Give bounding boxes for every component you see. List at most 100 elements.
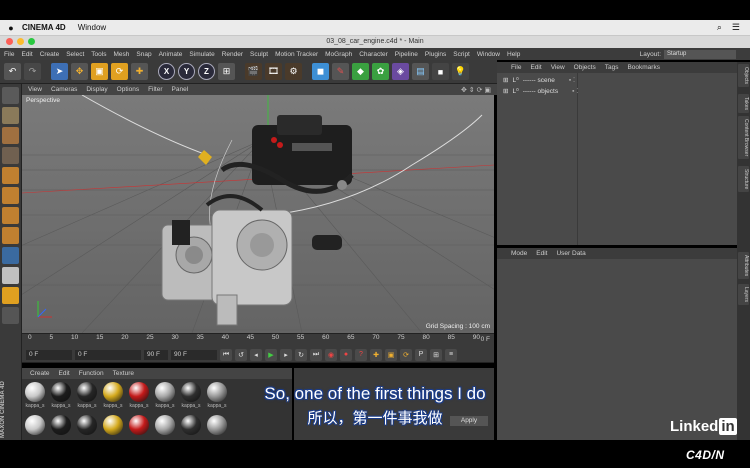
- object-menu-edit[interactable]: Edit: [530, 64, 541, 71]
- subdivision-icon[interactable]: ◆: [352, 63, 369, 80]
- move-icon[interactable]: ✥: [71, 63, 88, 80]
- model-mode-icon[interactable]: [2, 107, 19, 124]
- menu-mograph[interactable]: MoGraph: [325, 51, 352, 58]
- window-menu[interactable]: Window: [78, 23, 106, 32]
- menu-plugins[interactable]: Plugins: [425, 51, 446, 58]
- redo-icon[interactable]: ↷: [24, 63, 41, 80]
- layout-dropdown[interactable]: Startup: [664, 49, 736, 59]
- record-keys-icon[interactable]: ●: [340, 348, 352, 361]
- menu-script[interactable]: Script: [453, 51, 470, 58]
- timeline-settings-icon[interactable]: ≡: [445, 348, 457, 361]
- viewport-menu-options[interactable]: Options: [117, 86, 139, 93]
- go-to-start-icon[interactable]: ⏮: [220, 348, 232, 361]
- menu-snap[interactable]: Snap: [136, 51, 151, 58]
- material-menu-texture[interactable]: Texture: [113, 370, 134, 377]
- tab-structure[interactable]: Structure: [738, 166, 749, 193]
- minimize-button[interactable]: [17, 38, 24, 45]
- tab-takes[interactable]: Takes: [738, 94, 749, 114]
- zoom-button[interactable]: [28, 38, 35, 45]
- axis-mode-icon[interactable]: [2, 227, 19, 244]
- scale-icon[interactable]: ▣: [91, 63, 108, 80]
- points-mode-icon[interactable]: [2, 167, 19, 184]
- object-row-scene[interactable]: ⊞ L⁰ ------ scene ▪ ⁚: [503, 76, 575, 85]
- rotate-icon[interactable]: ⟳: [111, 63, 128, 80]
- menu-window[interactable]: Window: [477, 51, 500, 58]
- attribute-menu-user-data[interactable]: User Data: [556, 250, 585, 257]
- workplane-icon[interactable]: [2, 147, 19, 164]
- viewport-menu-display[interactable]: Display: [86, 86, 107, 93]
- texture-mode-icon[interactable]: [2, 127, 19, 144]
- go-to-end-icon[interactable]: ⏭: [310, 348, 322, 361]
- floor-icon[interactable]: ▤: [412, 63, 429, 80]
- render-view-icon[interactable]: 🎬: [245, 63, 262, 80]
- tab-layers[interactable]: Layers: [738, 284, 749, 306]
- deformer-icon[interactable]: ◈: [392, 63, 409, 80]
- attribute-menu-mode[interactable]: Mode: [511, 250, 527, 257]
- apple-icon[interactable]: ●: [0, 23, 22, 33]
- key-rotation-icon[interactable]: ⟳: [400, 348, 412, 361]
- list-icon[interactable]: ☰: [732, 22, 740, 33]
- next-key-icon[interactable]: ↻: [295, 348, 307, 361]
- material-menu-function[interactable]: Function: [79, 370, 104, 377]
- menu-animate[interactable]: Animate: [159, 51, 183, 58]
- live-selection-icon[interactable]: ➤: [51, 63, 68, 80]
- expand-icon[interactable]: ⊞: [503, 76, 508, 84]
- menu-mesh[interactable]: Mesh: [113, 51, 129, 58]
- recent-tool-icon[interactable]: ✚: [131, 63, 148, 80]
- tweak-mode-icon[interactable]: [2, 247, 19, 264]
- viewport-menu-filter[interactable]: Filter: [148, 86, 162, 93]
- object-name[interactable]: ------ scene: [523, 77, 555, 84]
- object-menu-view[interactable]: View: [551, 64, 565, 71]
- record-mode-icon[interactable]: ◉: [325, 348, 337, 361]
- menu-pipeline[interactable]: Pipeline: [395, 51, 418, 58]
- tab-content-browser[interactable]: Content Browser: [738, 116, 749, 160]
- object-menu-file[interactable]: File: [511, 64, 521, 71]
- menu-character[interactable]: Character: [359, 51, 388, 58]
- z-axis-icon[interactable]: Z: [198, 63, 215, 80]
- next-frame-icon[interactable]: ▸: [280, 348, 292, 361]
- menu-help[interactable]: Help: [507, 51, 520, 58]
- render-settings-icon[interactable]: ⚙: [285, 63, 302, 80]
- light-icon[interactable]: 💡: [452, 63, 469, 80]
- autokey-icon[interactable]: ?: [355, 348, 367, 361]
- camera-icon[interactable]: ■: [432, 63, 449, 80]
- menu-simulate[interactable]: Simulate: [189, 51, 214, 58]
- object-menu-objects[interactable]: Objects: [574, 64, 596, 71]
- sculpt-icon[interactable]: [2, 287, 19, 304]
- x-axis-icon[interactable]: X: [158, 63, 175, 80]
- y-axis-icon[interactable]: Y: [178, 63, 195, 80]
- object-menu-bookmarks[interactable]: Bookmarks: [627, 64, 660, 71]
- previous-frame-icon[interactable]: ◂: [250, 348, 262, 361]
- previous-key-icon[interactable]: ↺: [235, 348, 247, 361]
- snap-icon[interactable]: [2, 267, 19, 284]
- material-menu-edit[interactable]: Edit: [59, 370, 70, 377]
- close-button[interactable]: [6, 38, 13, 45]
- edges-mode-icon[interactable]: [2, 187, 19, 204]
- object-row-objects[interactable]: ⊞ L⁰ ------ objects ▪ ⁚: [503, 87, 578, 96]
- undo-icon[interactable]: ↶: [4, 63, 21, 80]
- object-name[interactable]: ------ objects: [523, 88, 558, 95]
- menu-tools[interactable]: Tools: [91, 51, 106, 58]
- tab-attributes[interactable]: Attributes: [738, 252, 749, 280]
- visibility-toggle-icon[interactable]: ▪ ⁚: [569, 76, 575, 84]
- viewport-menu-view[interactable]: View: [28, 86, 42, 93]
- timeline[interactable]: 0 5 10 15 20 25 30 35 40 45 50 55 60 65 70 75 80 85 90 0 F: [22, 333, 494, 347]
- menu-edit[interactable]: Edit: [21, 51, 32, 58]
- key-pla-icon[interactable]: ⊞: [430, 348, 442, 361]
- key-scale-icon[interactable]: ▣: [385, 348, 397, 361]
- play-icon[interactable]: ▶: [265, 348, 277, 361]
- menu-sculpt[interactable]: Sculpt: [250, 51, 268, 58]
- spline-pen-icon[interactable]: ✎: [332, 63, 349, 80]
- viewport-nav-icons[interactable]: ✥ ⇕ ⟳ ▣: [461, 86, 497, 94]
- cloner-icon[interactable]: ✿: [372, 63, 389, 80]
- layout-selector[interactable]: Layout: Startup: [640, 49, 750, 59]
- end-frame-field[interactable]: 90 F: [144, 349, 168, 360]
- tab-objects[interactable]: Objects: [738, 64, 749, 87]
- menu-file[interactable]: File: [4, 51, 14, 58]
- make-editable-icon[interactable]: [2, 87, 19, 104]
- current-frame-field[interactable]: 0 F: [75, 349, 141, 360]
- viewport-menu-cameras[interactable]: Cameras: [51, 86, 77, 93]
- app-menu[interactable]: CINEMA 4D: [22, 23, 66, 32]
- preview-end-field[interactable]: 90 F: [171, 349, 217, 360]
- expand-icon[interactable]: ⊞: [503, 87, 508, 95]
